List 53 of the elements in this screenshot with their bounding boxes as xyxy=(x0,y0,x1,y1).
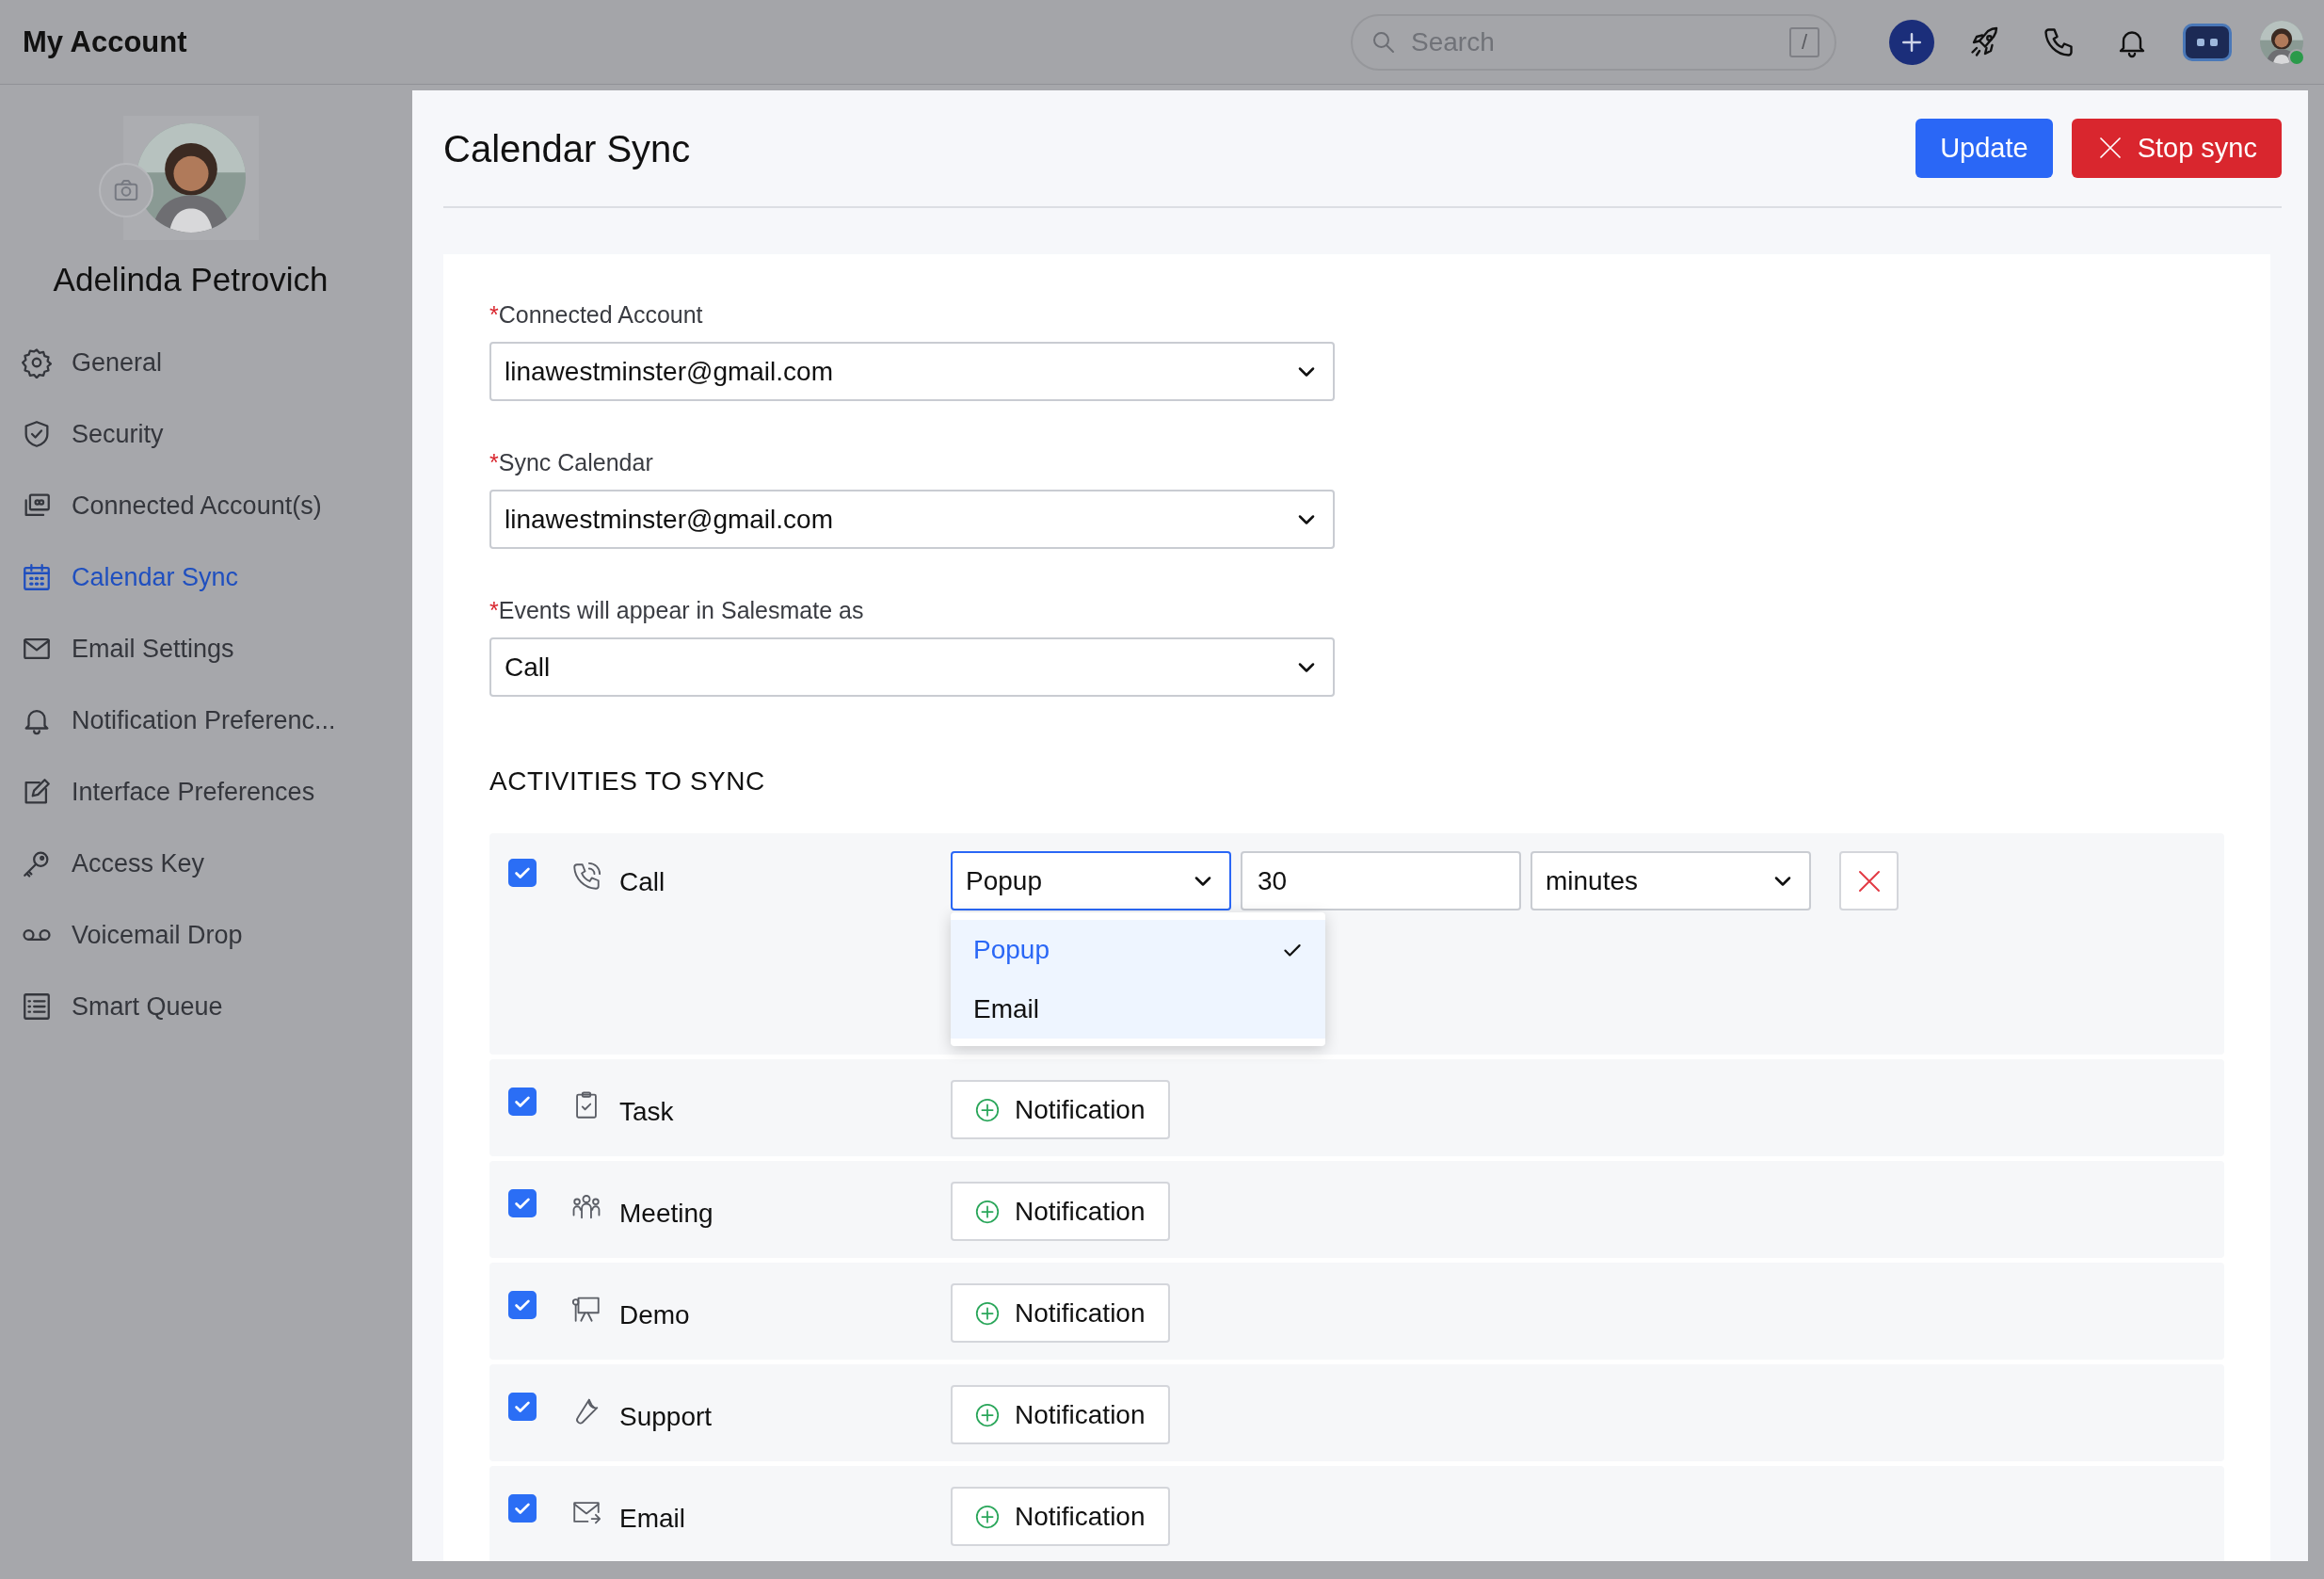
sidebar-item[interactable]: Interface Preferences xyxy=(0,756,412,828)
shortcut-key: / xyxy=(1789,26,1819,57)
sidebar-item[interactable]: Email Settings xyxy=(0,613,412,685)
activity-label: Demo xyxy=(619,1300,691,1330)
sidebar-item[interactable]: Voicemail Drop xyxy=(0,899,412,971)
menu-item[interactable]: Email xyxy=(951,979,1325,1039)
sidebar-item[interactable]: Connected Account(s) xyxy=(0,470,412,541)
select-field[interactable]: Call xyxy=(489,637,1335,697)
gear-icon xyxy=(21,346,53,379)
user-name: Adelinda Petrovich xyxy=(52,261,329,298)
sidebar-item[interactable]: Calendar Sync xyxy=(0,541,412,613)
sidebar-item[interactable]: Security xyxy=(0,398,412,470)
select-field[interactable]: minutes xyxy=(1531,851,1811,910)
checkbox[interactable] xyxy=(508,859,537,887)
sidebar-item[interactable]: General xyxy=(0,327,412,398)
list-icon xyxy=(21,991,53,1023)
number-field[interactable]: 30 xyxy=(1241,851,1521,910)
menu-item[interactable]: Popup xyxy=(951,920,1325,979)
add-notification-button[interactable]: Notification xyxy=(951,1487,1170,1546)
add-notification-button[interactable]: Notification xyxy=(951,1385,1170,1444)
activity-label: Email xyxy=(619,1504,686,1534)
calendar-icon xyxy=(21,561,53,593)
add-notification-button[interactable]: Notification xyxy=(951,1080,1170,1139)
checkbox[interactable] xyxy=(508,1494,537,1523)
select-field[interactable]: linawestminster@gmail.com xyxy=(489,342,1335,401)
select-field[interactable]: linawestminster@gmail.com xyxy=(489,490,1335,549)
checkbox[interactable] xyxy=(508,1291,537,1319)
bot-icon[interactable] xyxy=(2183,23,2232,61)
activity-label: Task xyxy=(619,1097,675,1127)
remove-button[interactable] xyxy=(1839,851,1899,910)
section-heading: ACTIVITIES TO SYNC xyxy=(489,766,766,797)
checkbox[interactable] xyxy=(508,1189,537,1217)
field-label: *Connected Account xyxy=(489,301,704,329)
sidebar-item[interactable]: Access Key xyxy=(0,828,412,899)
activity-label: Support xyxy=(619,1402,713,1432)
camera-button[interactable] xyxy=(99,163,153,218)
update-button[interactable]: Update xyxy=(1915,118,2053,178)
select-field[interactable]: Popup xyxy=(951,851,1231,910)
page-title: My Account xyxy=(23,24,187,59)
activity-label: Call xyxy=(619,867,666,897)
field-label: *Events will appear in Salesmate as xyxy=(489,597,865,624)
field-label: *Sync Calendar xyxy=(489,449,654,476)
add-button[interactable] xyxy=(1889,19,1934,65)
add-notification-button[interactable]: Notification xyxy=(951,1182,1170,1241)
activity-label: Meeting xyxy=(619,1199,714,1229)
sidebar-item[interactable]: Smart Queue xyxy=(0,971,412,1042)
add-notification-button[interactable]: Notification xyxy=(951,1283,1170,1343)
checkbox[interactable] xyxy=(508,1393,537,1421)
stop-sync-button[interactable]: Stop sync xyxy=(2071,118,2282,178)
page-heading: Calendar Sync xyxy=(443,127,691,170)
sidebar-item[interactable]: Notification Preferenc... xyxy=(0,685,412,756)
phone-icon xyxy=(570,861,602,893)
checkbox[interactable] xyxy=(508,1088,537,1116)
